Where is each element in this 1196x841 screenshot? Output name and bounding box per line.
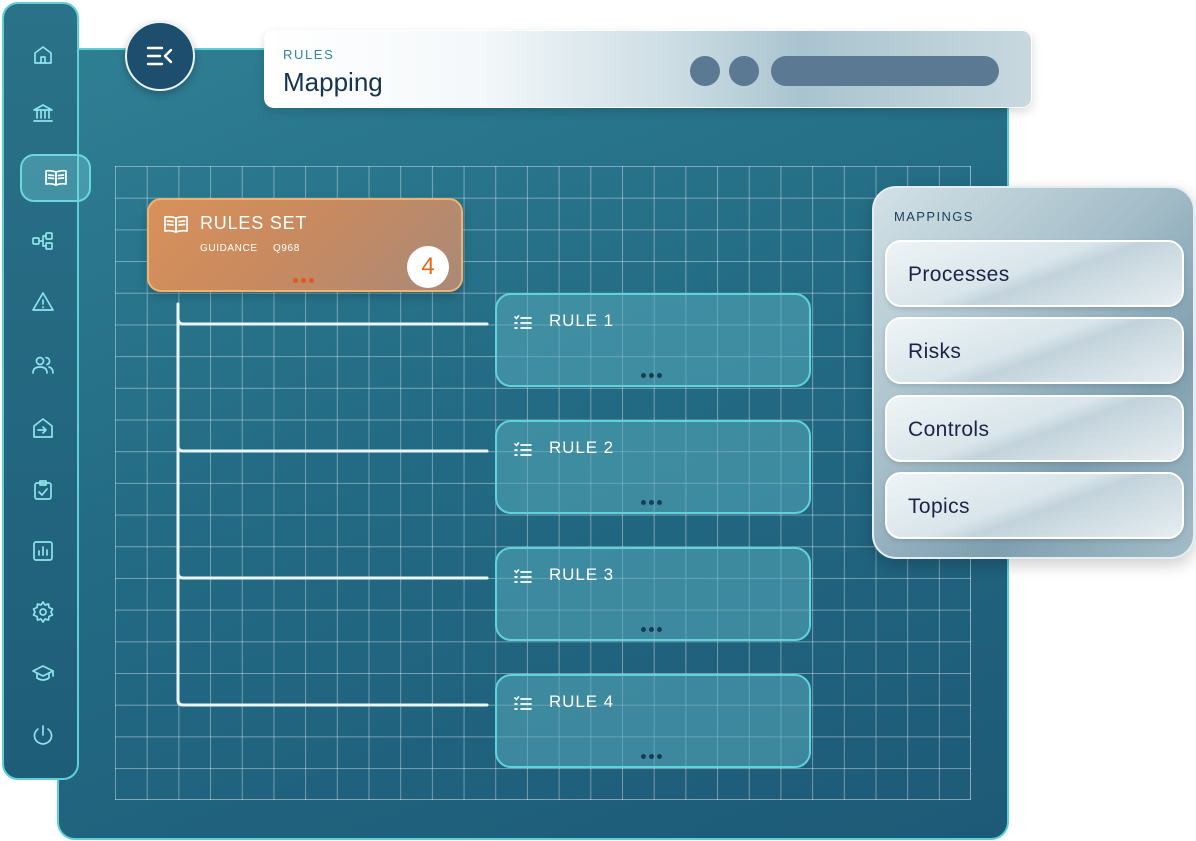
sidebar xyxy=(2,2,91,780)
mapping-item-topics[interactable]: Topics xyxy=(885,472,1184,539)
book-icon xyxy=(164,215,188,233)
users-icon xyxy=(32,356,54,374)
breadcrumb-section: RULES xyxy=(283,47,335,62)
mapping-item-processes[interactable]: Processes xyxy=(885,240,1184,307)
workflow-icon xyxy=(32,232,53,250)
sidebar-item-rules[interactable] xyxy=(20,154,91,202)
sidebar-item-home[interactable] xyxy=(26,38,60,72)
sidebar-item-import[interactable] xyxy=(26,411,60,445)
sidebar-item-workflow[interactable] xyxy=(26,224,60,258)
clipboard-check-icon xyxy=(34,480,52,500)
list-icon xyxy=(514,569,532,583)
rule-more-menu[interactable] xyxy=(641,373,662,378)
rules-count-badge: 4 xyxy=(407,246,449,288)
header-placeholder-dot xyxy=(729,56,759,86)
rule-card[interactable]: RULE 3 xyxy=(495,547,811,641)
settings-icon xyxy=(32,601,54,623)
sidebar-item-risks[interactable] xyxy=(26,285,60,319)
bank-icon xyxy=(33,104,53,122)
rule-title: RULE 2 xyxy=(549,438,614,457)
graduation-cap-icon xyxy=(32,665,54,681)
page-header: RULES Mapping xyxy=(264,30,1032,108)
warning-icon xyxy=(32,292,54,311)
rule-title: RULE 3 xyxy=(549,565,614,584)
list-icon xyxy=(514,696,532,710)
header-placeholder-bar xyxy=(771,56,999,86)
sidebar-item-settings[interactable] xyxy=(26,595,60,629)
mappings-title: MAPPINGS xyxy=(894,209,974,224)
rule-title: RULE 4 xyxy=(549,692,614,711)
rule-title: RULE 1 xyxy=(549,311,614,330)
sidebar-item-reports[interactable] xyxy=(26,534,60,568)
sidebar-item-tasks[interactable] xyxy=(26,473,60,507)
menu-collapse-icon xyxy=(146,46,173,66)
rules-set-more-menu[interactable] xyxy=(293,278,314,283)
rules-set-card[interactable]: RULES SET GUIDANCE Q968 4 xyxy=(147,198,463,292)
sidebar-item-training[interactable] xyxy=(26,657,60,691)
rule-card[interactable]: RULE 2 xyxy=(495,420,811,514)
sidebar-item-bank[interactable] xyxy=(26,96,60,130)
import-icon xyxy=(33,418,53,438)
report-chart-icon xyxy=(33,541,53,561)
rules-set-type: GUIDANCE xyxy=(200,243,258,254)
collapse-sidebar-button[interactable] xyxy=(125,21,195,91)
mapping-item-risks[interactable]: Risks xyxy=(885,317,1184,384)
page-title: Mapping xyxy=(283,67,383,97)
rule-card[interactable]: RULE 1 xyxy=(495,293,811,387)
rule-more-menu[interactable] xyxy=(641,500,662,505)
rules-set-title: RULES SET xyxy=(200,213,308,233)
rule-card[interactable]: RULE 4 xyxy=(495,674,811,768)
list-icon xyxy=(514,315,532,329)
mapping-item-label: Topics xyxy=(908,495,970,518)
book-icon xyxy=(44,169,67,186)
mapping-item-label: Risks xyxy=(908,340,962,363)
home-icon xyxy=(34,46,52,64)
header-placeholder-dot xyxy=(690,56,720,86)
sidebar-item-users[interactable] xyxy=(26,348,60,382)
list-icon xyxy=(514,442,532,456)
rule-more-menu[interactable] xyxy=(641,627,662,632)
power-icon xyxy=(33,725,53,745)
rule-more-menu[interactable] xyxy=(641,754,662,759)
sidebar-item-logout[interactable] xyxy=(26,718,60,752)
mapping-item-controls[interactable]: Controls xyxy=(885,395,1184,462)
mappings-panel: MAPPINGS Processes Risks Controls Topics xyxy=(872,186,1195,559)
mapping-item-label: Processes xyxy=(908,263,1010,286)
rules-set-code: Q968 xyxy=(273,243,300,254)
mapping-item-label: Controls xyxy=(908,418,990,441)
